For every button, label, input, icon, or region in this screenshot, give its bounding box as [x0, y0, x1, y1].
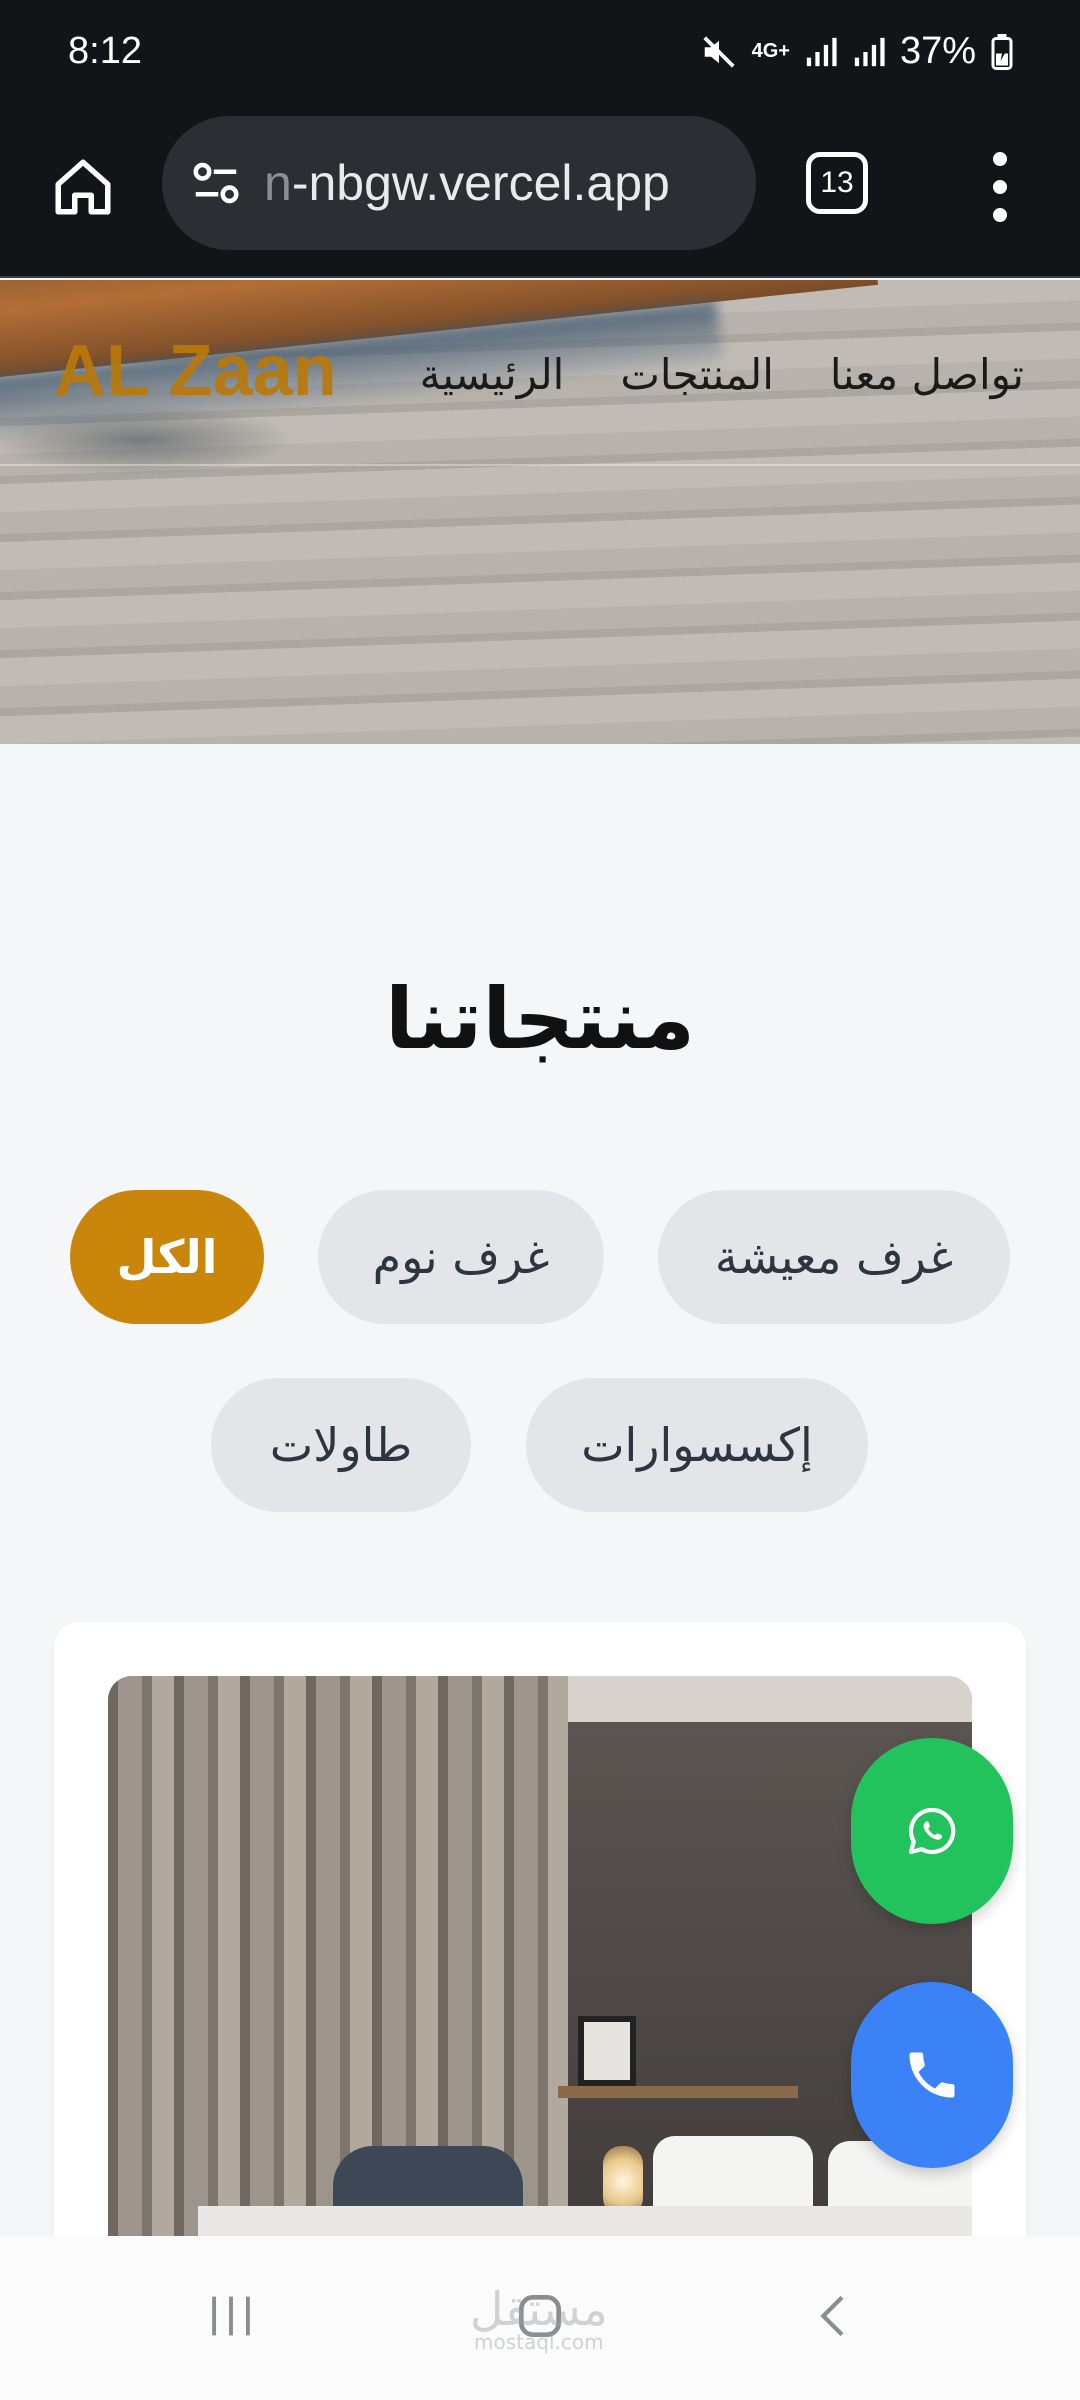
watermark-text: مستقل — [470, 2282, 608, 2336]
product-image[interactable] — [108, 1676, 972, 2236]
whatsapp-button[interactable] — [851, 1738, 1013, 1924]
products-title: منتجاتنا — [384, 970, 696, 1068]
shelf — [558, 2086, 798, 2098]
nav-contact[interactable]: تواصل معنا — [830, 350, 1024, 399]
address-bar[interactable]: n-nbgw.vercel.app — [162, 116, 756, 250]
browser-toolbar: n-nbgw.vercel.app 13 — [0, 112, 1080, 278]
brand-logo[interactable]: AL Zaan — [54, 330, 337, 412]
filter-tables[interactable]: طاولات — [211, 1378, 471, 1512]
watermark-logo: مستقل mostaql.com — [470, 2286, 608, 2352]
back-icon — [820, 2295, 844, 2337]
url-text[interactable]: n-nbgw.vercel.app — [264, 154, 670, 212]
whatsapp-icon — [908, 1807, 956, 1855]
signal-icon — [852, 35, 886, 69]
battery-charging-icon — [990, 33, 1014, 70]
url-main-text: -nbgw.vercel.app — [291, 155, 670, 211]
hero-banner: AL Zaan تواصل معنا المنتجات الرئيسية — [0, 280, 1080, 744]
tab-switcher-button[interactable]: 13 — [806, 152, 868, 214]
filter-living-rooms[interactable]: غرف معيشة — [658, 1190, 1010, 1324]
home-icon — [55, 159, 111, 215]
main-nav: تواصل معنا المنتجات الرئيسية — [420, 350, 1024, 399]
bed — [198, 2206, 972, 2236]
system-nav-bar: مستقل mostaql.com — [0, 2236, 1080, 2400]
recent-apps-button[interactable] — [196, 2276, 266, 2356]
url-faded-text: n — [264, 155, 292, 211]
filter-bedrooms[interactable]: غرف نوم — [318, 1190, 604, 1324]
recent-apps-icon — [212, 2296, 250, 2336]
battery-percent: 37% — [899, 30, 976, 72]
site-settings-icon[interactable] — [186, 153, 246, 213]
signal-icon — [804, 35, 838, 69]
browser-home-button[interactable] — [44, 148, 122, 226]
watermark-sub: mostaql.com — [474, 2330, 604, 2354]
status-bar: 8:12 4G+ 37% — [0, 0, 1080, 112]
filter-accessories[interactable]: إكسسوارات — [526, 1378, 868, 1512]
status-icons: 4G+ 37% — [700, 30, 1014, 73]
more-vert-icon[interactable] — [970, 148, 1030, 226]
call-button[interactable] — [851, 1982, 1013, 2168]
picture-frame — [578, 2016, 636, 2086]
nav-home[interactable]: الرئيسية — [420, 350, 565, 399]
phone-icon — [909, 2052, 955, 2098]
filter-all[interactable]: الكل — [70, 1190, 264, 1324]
network-type: 4G+ — [751, 40, 790, 62]
status-time: 8:12 — [68, 30, 142, 72]
site-header: AL Zaan تواصل معنا المنتجات الرئيسية — [0, 280, 1080, 466]
nav-products[interactable]: المنتجات — [620, 350, 774, 399]
back-button[interactable] — [800, 2276, 870, 2356]
mute-icon — [700, 33, 738, 71]
